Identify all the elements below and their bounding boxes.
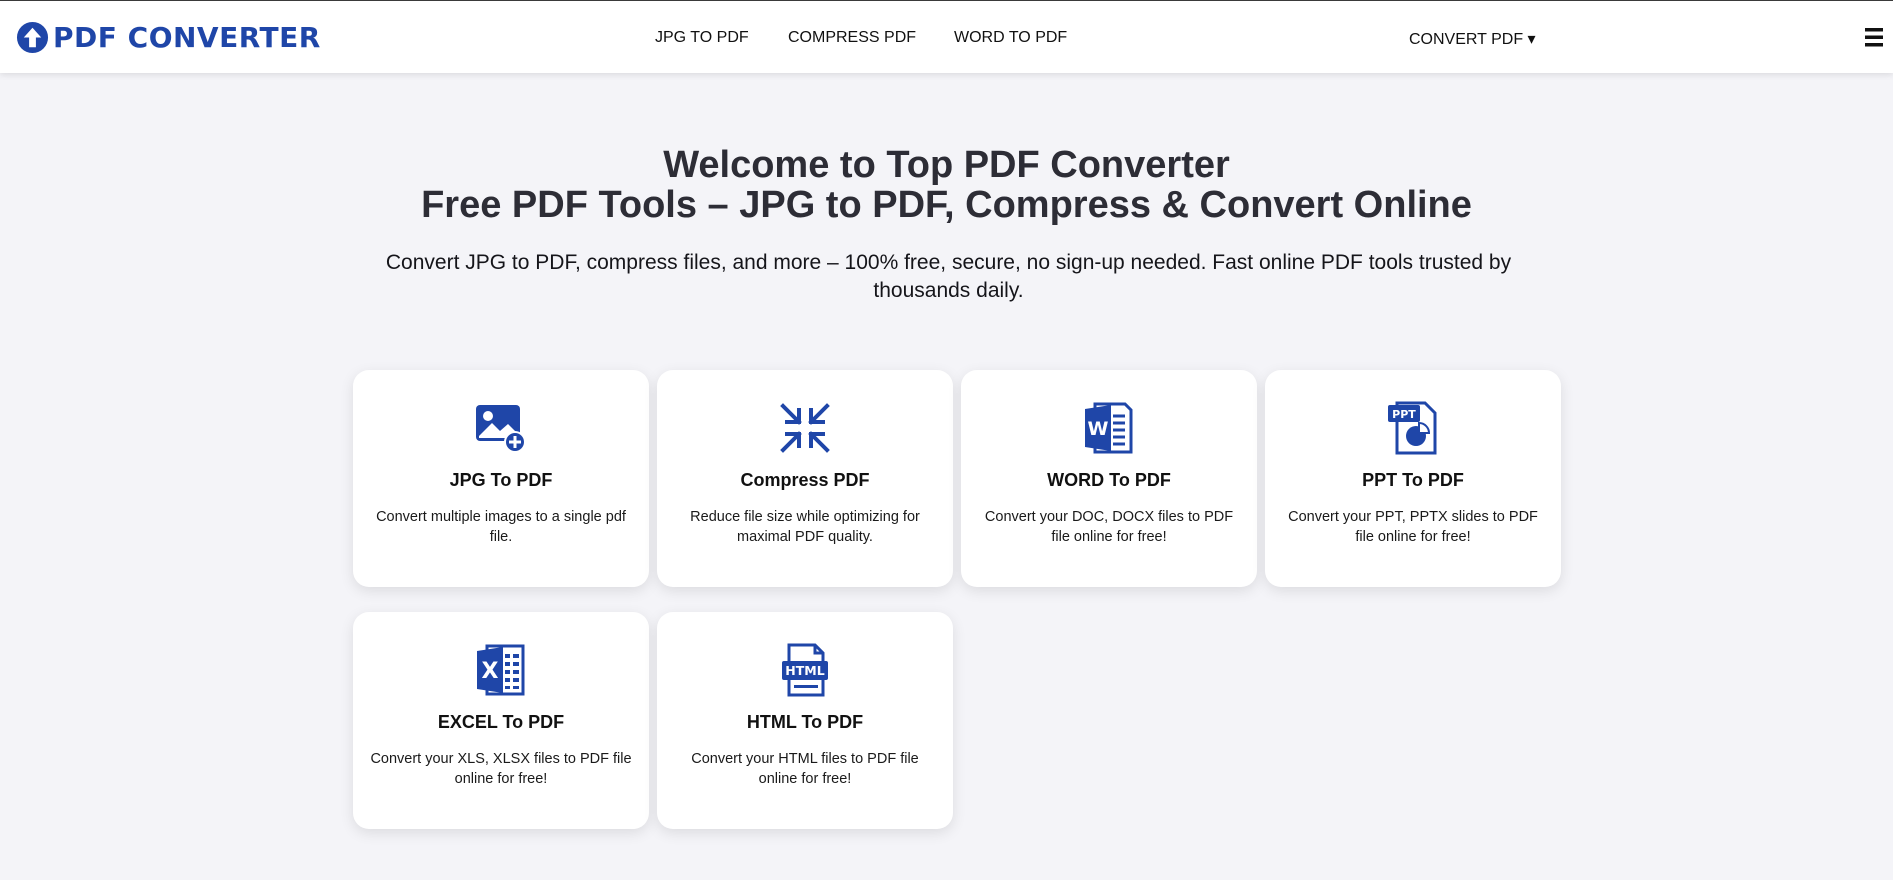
page-title: Welcome to Top PDF Converter: [663, 144, 1230, 186]
svg-text:X: X: [482, 659, 499, 684]
tool-card-description: Reduce file size while optimizing for ma…: [690, 509, 920, 545]
tool-card-description: Convert your HTML files to PDF file onli…: [691, 751, 919, 787]
tool-card-html-to-pdf[interactable]: HTML HTML To PDF Convert your HTML files…: [657, 612, 953, 829]
upload-arrow-icon: [16, 21, 49, 53]
hamburger-icon[interactable]: [1863, 25, 1885, 49]
nav-link-compress-pdf[interactable]: COMPRESS PDF: [788, 29, 916, 47]
svg-text:PPT: PPT: [1392, 408, 1416, 421]
compress-icon: [780, 403, 830, 453]
tool-card-ppt-to-pdf[interactable]: PPT PPT To PDF Convert your PPT, PPTX sl…: [1265, 370, 1561, 587]
tool-card-title: HTML To PDF: [746, 712, 864, 732]
tool-card-title: WORD To PDF: [1047, 470, 1171, 490]
excel-file-icon: X: [477, 644, 525, 696]
tool-card-description: Convert your DOC, DOCX files to PDF file…: [984, 509, 1234, 545]
ppt-file-icon: PPT: [1388, 401, 1437, 455]
svg-text:HTML: HTML: [785, 663, 824, 678]
nav-link-word-to-pdf[interactable]: WORD TO PDF: [954, 29, 1067, 47]
convert-pdf-dropdown[interactable]: CONVERT PDF ▾: [1409, 29, 1536, 49]
hero-description: Convert JPG to PDF, compress files, and …: [385, 251, 1512, 302]
page-subtitle-heading: Free PDF Tools – JPG to PDF, Compress & …: [421, 184, 1472, 226]
tool-card-title: EXCEL To PDF: [437, 712, 565, 732]
logo-text: PDF CONVERTER: [53, 20, 321, 54]
nav-link-jpg-to-pdf[interactable]: JPG TO PDF: [655, 29, 749, 47]
html-file-icon: HTML: [782, 643, 828, 697]
tool-card-word-to-pdf[interactable]: W WORD To PDF Convert your DOC, DOCX fil…: [961, 370, 1257, 587]
tool-card-compress-pdf[interactable]: Compress PDF Reduce file size while opti…: [657, 370, 953, 587]
svg-text:W: W: [1088, 418, 1109, 440]
tool-card-title: JPG To PDF: [449, 470, 553, 490]
tool-card-excel-to-pdf[interactable]: X EXCEL To PDF Convert your XLS, XLSX fi…: [353, 612, 649, 829]
site-logo[interactable]: PDF CONVERTER: [16, 19, 321, 55]
image-add-icon: [476, 405, 526, 453]
tool-card-description: Convert multiple images to a single pdf …: [376, 509, 626, 545]
word-doc-icon: W: [1085, 402, 1133, 454]
tool-card-description: Convert your XLS, XLSX files to PDF file…: [370, 751, 632, 787]
top-navbar: PDF CONVERTER JPG TO PDF COMPRESS PDF WO…: [0, 0, 1893, 73]
tool-card-jpg-to-pdf[interactable]: JPG To PDF Convert multiple images to a …: [353, 370, 649, 587]
tool-card-title: Compress PDF: [740, 470, 870, 490]
tool-card-description: Convert your PPT, PPTX slides to PDF fil…: [1288, 509, 1538, 545]
tool-card-title: PPT To PDF: [1362, 470, 1464, 490]
